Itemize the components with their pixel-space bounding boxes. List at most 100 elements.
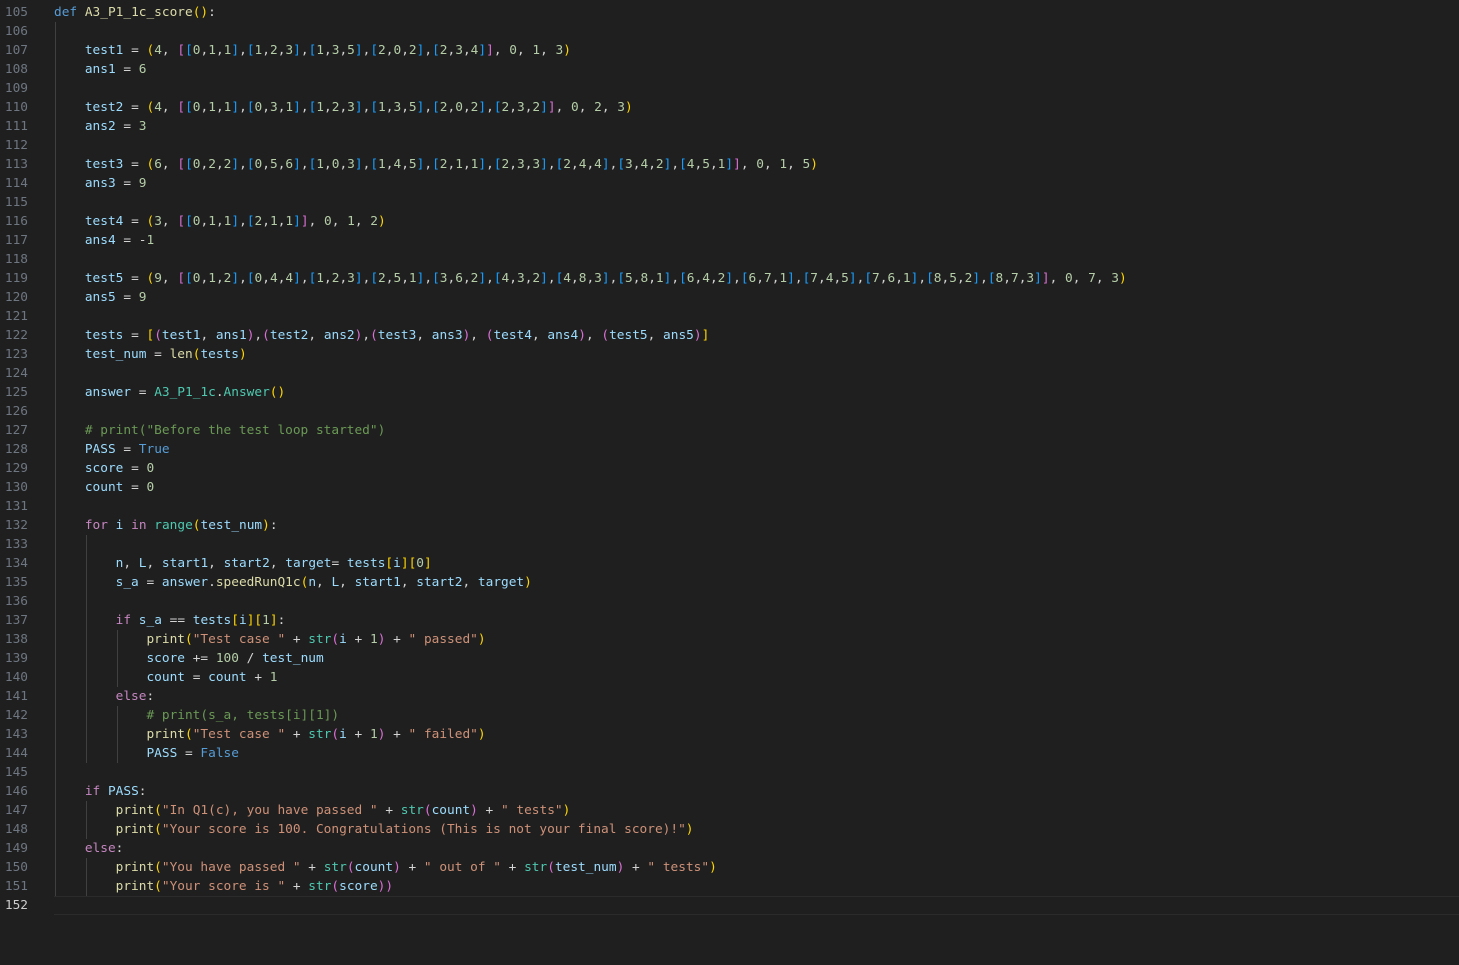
code-token: , (200, 327, 216, 343)
code-line[interactable]: 107 test1 = (4, [[0,1,1],[1,2,3],[1,3,5]… (0, 40, 1459, 60)
code-token: 1 (285, 99, 294, 115)
code-line[interactable]: 115 (0, 192, 1459, 212)
code-token: , (215, 213, 224, 229)
code-content: test4 = (3, [[0,1,1],[2,1,1]], 0, 1, 2) (54, 211, 386, 231)
indent-guide (55, 819, 56, 839)
code-token: + (346, 631, 370, 647)
code-line[interactable]: 116 test4 = (3, [[0,1,1],[2,1,1]], 0, 1,… (0, 211, 1459, 231)
code-line[interactable]: 109 (0, 78, 1459, 98)
code-token: = (123, 270, 147, 286)
code-line[interactable]: 152 (0, 895, 1459, 915)
code-line[interactable]: 120 ans5 = 9 (0, 287, 1459, 307)
code-line[interactable]: 127 # print("Before the test loop starte… (0, 420, 1459, 440)
code-line[interactable]: 147 print("In Q1(c), you have passed " +… (0, 800, 1459, 820)
code-line[interactable]: 106 (0, 21, 1459, 41)
code-line[interactable]: 124 (0, 363, 1459, 383)
indent-guide (55, 135, 56, 155)
code-token: 2 (594, 99, 602, 115)
code-line[interactable]: 140 count = count + 1 (0, 667, 1459, 687)
code-line[interactable]: 142 # print(s_a, tests[i][1]) (0, 705, 1459, 725)
code-line[interactable]: 111 ans2 = 3 (0, 116, 1459, 136)
code-content: test3 = (6, [[0,2,2],[0,5,6],[1,0,3],[1,… (54, 154, 818, 174)
code-token: A3_P1_1c_score (84, 4, 193, 20)
code-token: test_num (200, 517, 263, 533)
code-line[interactable]: 137 if s_a == tests[i][1]: (0, 610, 1459, 630)
code-line[interactable]: 151 print("Your score is " + str(score)) (0, 876, 1459, 896)
code-line[interactable]: 148 print("Your score is 100. Congratula… (0, 819, 1459, 839)
line-number: 145 (4, 764, 28, 780)
indent-guide (85, 534, 87, 554)
indent-guide (55, 439, 56, 459)
code-line[interactable]: 118 (0, 249, 1459, 269)
code-line[interactable]: 123 test_num = len(tests) (0, 344, 1459, 364)
code-token: score (146, 650, 185, 666)
code-line[interactable]: 145 (0, 762, 1459, 782)
code-token: 3 (532, 156, 541, 172)
code-line[interactable]: 105 def A3_P1_1c_score(): (0, 3, 1459, 22)
code-token: ans4 (547, 327, 579, 343)
line-number: 115 (4, 194, 28, 210)
code-line[interactable]: 114 ans3 = 9 (0, 173, 1459, 193)
code-editor[interactable]: 105 def A3_P1_1c_score(): 106 107 test1 = (… (0, 0, 1459, 965)
code-line[interactable]: 132 for i in range(test_num): (0, 515, 1459, 535)
code-line[interactable]: 149 else: (0, 838, 1459, 858)
code-line[interactable]: 110 test2 = (4, [[0,1,1],[0,3,1],[1,2,3]… (0, 97, 1459, 117)
code-line[interactable]: 128 PASS = True (0, 439, 1459, 459)
line-number: 106 (4, 23, 28, 39)
code-line[interactable]: 113 test3 = (6, [[0,2,2],[0,5,6],[1,0,3]… (0, 154, 1459, 174)
code-line[interactable]: 150 print("You have passed " + str(count… (0, 857, 1459, 877)
code-line[interactable]: 130 count = 0 (0, 477, 1459, 497)
code-line[interactable]: 143 print("Test case " + str(i + 1) + " … (0, 724, 1459, 744)
code-token: " tests" (500, 802, 563, 818)
indent-guide (116, 724, 118, 744)
line-number: 152 (4, 897, 28, 913)
code-line[interactable]: 146 if PASS: (0, 781, 1459, 801)
code-content: tests = [(test1, ans1),(test2, ans2),(te… (54, 325, 709, 345)
code-token: , (756, 270, 764, 286)
code-token: ) (624, 99, 633, 115)
code-line[interactable]: 129 score = 0 (0, 458, 1459, 478)
code-line[interactable]: 133 (0, 534, 1459, 554)
indent-guide (85, 572, 87, 592)
code-token: ] (725, 156, 734, 172)
code-line[interactable]: 141 else: (0, 686, 1459, 706)
code-line[interactable]: 138 print("Test case " + str(i + 1) + " … (0, 629, 1459, 649)
code-line[interactable]: 108 ans1 = 6 (0, 59, 1459, 79)
code-token: , (146, 555, 162, 571)
code-token: , (400, 574, 417, 590)
code-line[interactable]: 144 PASS = False (0, 743, 1459, 763)
code-line[interactable]: 117 ans4 = -1 (0, 230, 1459, 250)
code-line[interactable]: 139 score += 100 / test_num (0, 648, 1459, 668)
code-token: , (1095, 270, 1112, 286)
code-line[interactable]: 121 (0, 306, 1459, 326)
code-token: "Your score is 100. Congratulations (Thi… (161, 821, 686, 837)
indent-guide (55, 363, 56, 383)
code-line[interactable]: 112 (0, 135, 1459, 155)
code-line[interactable]: 119 test5 = (9, [[0,1,2],[0,4,4],[1,2,3]… (0, 268, 1459, 288)
code-token: else (115, 688, 147, 704)
code-token: L (138, 555, 147, 571)
code-token: , (740, 156, 757, 172)
indent-guide (55, 572, 56, 592)
code-token: ] (231, 42, 240, 58)
code-token: ] (354, 156, 363, 172)
code-token: ] (354, 99, 363, 115)
code-token: , (324, 99, 332, 115)
code-token: 1 (655, 270, 664, 286)
code-token: 3 (625, 156, 633, 172)
code-line[interactable]: 134 n, L, start1, start2, target= tests[… (0, 553, 1459, 573)
code-line[interactable]: 125 answer = A3_P1_1c.Answer() (0, 382, 1459, 402)
code-line[interactable]: 126 (0, 401, 1459, 421)
code-token: range (154, 517, 193, 533)
code-line[interactable]: 136 (0, 591, 1459, 611)
code-line[interactable]: 122 tests = [(test1, ans1),(test2, ans2)… (0, 325, 1459, 345)
code-line[interactable]: 131 (0, 496, 1459, 516)
code-line[interactable]: 135 s_a = answer.speedRunQ1c(n, L, start… (0, 572, 1459, 592)
code-token: ( (331, 631, 340, 647)
code-token: = (123, 42, 147, 58)
